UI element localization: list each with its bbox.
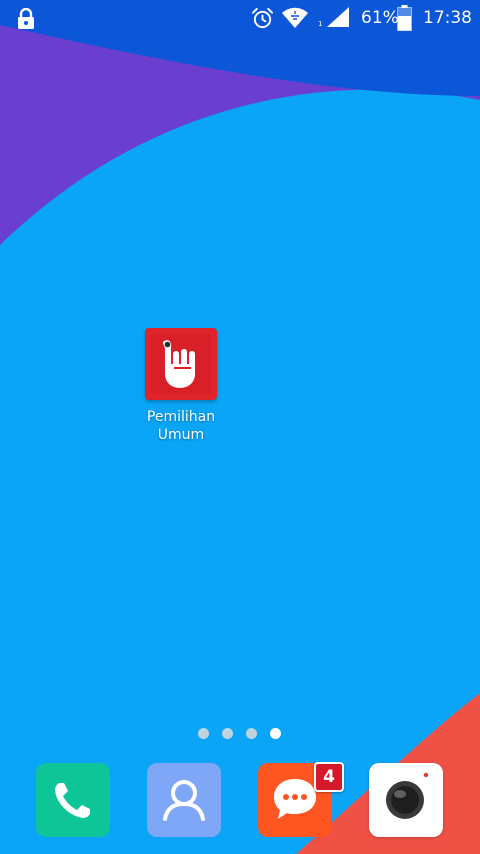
battery-icon [397, 5, 412, 31]
contacts-icon [163, 780, 205, 821]
wallpaper [0, 0, 480, 854]
status-bar: 1 61% 17:38 [0, 0, 480, 38]
voting-hand-icon [145, 328, 217, 400]
app-label: Pemilihan Umum [146, 409, 216, 443]
status-time: 17:38 [423, 8, 472, 28]
phone-icon [55, 783, 90, 818]
dock-camera-app[interactable] [369, 763, 443, 837]
page-dot-active[interactable] [270, 728, 281, 739]
battery-percentage: 61% [361, 8, 399, 28]
dock-contacts-app[interactable] [147, 763, 221, 837]
svg-text:1: 1 [318, 20, 322, 28]
home-screen: 1 61% 17:38 Pemilihan Umum 4 [0, 0, 480, 854]
page-dot[interactable] [246, 728, 257, 739]
page-dot[interactable] [222, 728, 233, 739]
voting-hand-glyph [151, 334, 211, 394]
wifi-icon [282, 7, 308, 28]
alarm-icon [251, 7, 274, 29]
page-dot[interactable] [198, 728, 209, 739]
app-shortcut-pemilihan-umum[interactable]: Pemilihan Umum [126, 328, 236, 444]
dock-phone-app[interactable] [36, 763, 110, 837]
notification-badge: 4 [314, 762, 344, 792]
signal-icon: 1 [318, 7, 349, 28]
camera-icon [373, 767, 439, 833]
lock-icon [18, 8, 34, 29]
